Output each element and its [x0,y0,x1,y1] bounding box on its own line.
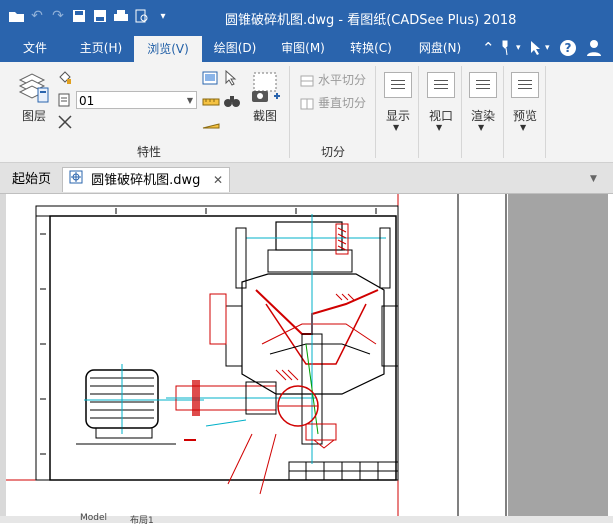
render-button-icon[interactable] [469,72,497,98]
customize-icon[interactable]: ▾ [155,7,171,25]
layer-off-icon[interactable] [57,114,73,134]
select-arrow-icon[interactable] [224,69,238,90]
ribbon: 图层 01 ▼ 截图 特性 水平切分 垂直切分 切分 显示 ▼ 视口 ▼ 渲染 … [0,62,613,163]
cursor-dropdown-icon[interactable]: ▾ [545,34,550,62]
menu-convert[interactable]: 转换(C) [338,34,404,62]
cursor-icon[interactable] [530,34,542,62]
user-icon[interactable] [586,34,602,62]
group-separator [418,66,419,158]
menu-bar: 文件 主页(H) 浏览(V) 绘图(D) 审图(M) 转换(C) 网盘(N) ⌃… [0,34,613,62]
preview-label[interactable]: 预览 [513,107,537,124]
menu-browse[interactable]: 浏览(V) [134,36,202,62]
group-separator [503,66,504,158]
layout-tab-layout1[interactable]: 布局1 [130,513,154,526]
chevron-down-icon[interactable]: ▼ [520,123,526,132]
chevron-down-icon[interactable]: ▼ [393,123,399,132]
properties-group-label: 特性 [137,145,162,159]
save-as-icon[interactable] [92,7,108,25]
group-separator [375,66,376,158]
undo-icon[interactable]: ↶ [29,7,45,25]
chevron-down-icon: ▼ [186,96,193,105]
open-icon[interactable] [8,7,24,25]
document-tabs: 起始页 圆锥破碎机图.dwg ✕ ▼ [0,163,613,194]
render-label[interactable]: 渲染 [471,107,495,124]
screenshot-icon[interactable] [251,72,281,108]
settings-wrench-icon[interactable] [500,34,514,62]
window-title: 圆锥破碎机图.dwg - 看图纸(CADSee Plus) 2018 [225,13,517,28]
display-button-icon[interactable] [384,72,412,98]
title-bar: ↶ ↷ ▾ 圆锥破碎机图.dwg - 看图纸(CADSee Plus) 2018 [0,0,613,34]
screenshot-label[interactable]: 截图 [253,107,277,124]
display-label[interactable]: 显示 [386,107,410,124]
print-icon[interactable] [113,7,129,25]
save-icon[interactable] [71,7,87,25]
close-icon[interactable]: ✕ [213,168,223,193]
collapse-ribbon-icon[interactable]: ⌃ [482,34,495,62]
print-preview-icon[interactable] [134,7,150,25]
vertical-split-icon [300,95,314,114]
tab-list-dropdown-icon[interactable]: ▼ [590,167,597,192]
menu-file[interactable]: 文件 [0,34,70,62]
tab-start-page[interactable]: 起始页 [12,167,51,192]
layer-state-icon[interactable] [57,92,73,112]
menu-cloud[interactable]: 网盘(N) [406,34,474,62]
group-separator [545,66,546,158]
split-group-label: 切分 [321,145,346,159]
model-space-outside [508,194,608,516]
binoculars-icon[interactable] [224,93,240,112]
layer-icon[interactable] [18,70,50,108]
chevron-down-icon[interactable]: ▼ [478,123,484,132]
viewport-label[interactable]: 视口 [429,107,453,124]
tab-document-label: 圆锥破碎机图.dwg [91,173,201,188]
group-separator [461,66,462,158]
horizontal-split-icon [300,72,314,91]
paint-bucket-icon[interactable] [57,70,73,90]
help-icon[interactable]: ? [559,34,577,62]
measure-ruler-icon[interactable] [202,93,220,112]
protractor-icon[interactable] [202,115,220,134]
tab-document[interactable]: 圆锥破碎机图.dwg ✕ [62,167,230,192]
redo-icon[interactable]: ↷ [50,7,66,25]
layout-tab-model[interactable]: Model [80,513,107,523]
menu-draw[interactable]: 绘图(D) [204,34,266,62]
layer-label[interactable]: 图层 [22,107,46,124]
vertical-split-label: 垂直切分 [318,96,367,110]
svg-text:?: ? [565,41,572,55]
wrench-dropdown-icon[interactable]: ▾ [516,34,521,62]
chevron-down-icon[interactable]: ▼ [436,123,442,132]
display-window-icon[interactable] [202,70,218,89]
layer-select[interactable]: 01 ▼ [76,91,197,109]
layout-tabs-strip: Model 布局1 [0,513,613,526]
horizontal-split-label: 水平切分 [318,73,367,87]
layer-select-value: 01 [79,94,95,108]
viewport-button-icon[interactable] [427,72,455,98]
menu-review[interactable]: 审图(M) [268,34,338,62]
preview-button-icon[interactable] [511,72,539,98]
quick-access-toolbar: ↶ ↷ ▾ [8,7,171,25]
dwg-file-icon [69,168,83,193]
menu-home[interactable]: 主页(H) [70,34,132,62]
group-separator [289,66,290,158]
